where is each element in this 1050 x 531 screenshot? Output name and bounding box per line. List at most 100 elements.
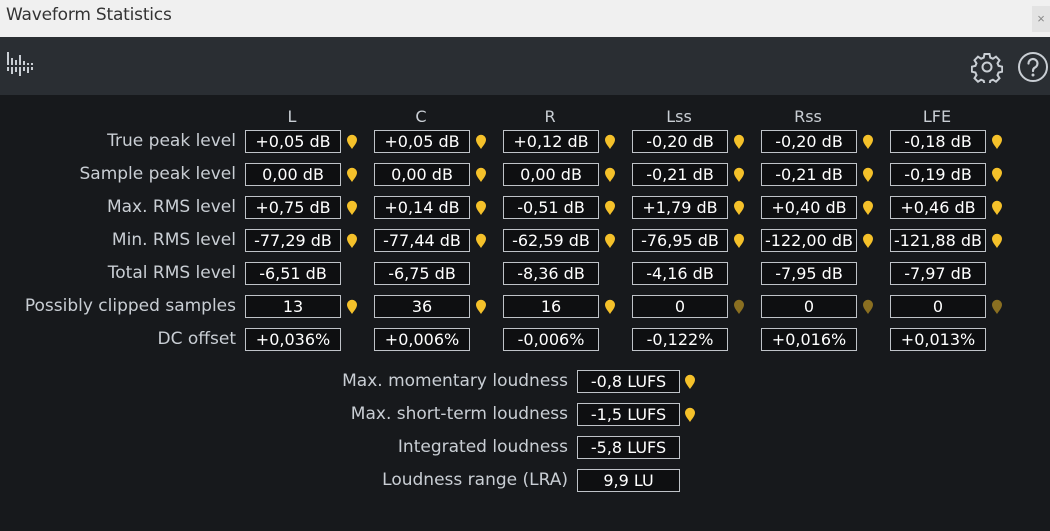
value-field-dc-offset-rss: +0,016%	[761, 328, 857, 351]
marker-pin-icon[interactable]	[862, 134, 874, 150]
value-field-min-rms-level-lss: -76,95 dB	[632, 229, 728, 252]
value-field-max-rms-level-lss: +1,79 dB	[632, 196, 728, 219]
toolbar	[0, 37, 1050, 95]
marker-pin-icon[interactable]	[604, 200, 616, 216]
marker-pin-icon[interactable]	[733, 167, 745, 183]
column-header-lfe: LFE	[922, 107, 952, 126]
column-header-lss: Lss	[666, 107, 692, 126]
value-field-total-rms-level-rss: -7,95 dB	[761, 262, 857, 285]
marker-pin-icon[interactable]	[346, 299, 358, 315]
loudness-label-integrated-loudness: Integrated loudness	[397, 437, 568, 457]
value-field-total-rms-level-l: -6,51 dB	[245, 262, 341, 285]
value-field-total-rms-level-lfe: -7,97 dB	[890, 262, 986, 285]
marker-pin-icon[interactable]	[604, 167, 616, 183]
marker-pin-icon[interactable]	[604, 299, 616, 315]
value-field-max-rms-level-rss: +0,40 dB	[761, 196, 857, 219]
marker-pin-icon[interactable]	[346, 233, 358, 249]
marker-pin-icon[interactable]	[475, 233, 487, 249]
value-field-max-rms-level-l: +0,75 dB	[245, 196, 341, 219]
marker-pin-icon[interactable]	[346, 200, 358, 216]
gear-icon[interactable]	[970, 51, 1004, 88]
value-field-true-peak-level-c: +0,05 dB	[374, 130, 470, 153]
row-label-total-rms-level: Total RMS level	[107, 263, 236, 283]
value-field-true-peak-level-r: +0,12 dB	[503, 130, 599, 153]
marker-pin-icon[interactable]	[991, 299, 1003, 315]
value-field-sample-peak-level-rss: -0,21 dB	[761, 163, 857, 186]
waveform-icon[interactable]	[6, 50, 38, 85]
marker-pin-icon[interactable]	[475, 134, 487, 150]
loudness-value-max-short-term-loudness: -1,5 LUFS	[577, 403, 680, 426]
value-field-max-rms-level-c: +0,14 dB	[374, 196, 470, 219]
value-field-possibly-clipped-samples-lfe: 0	[890, 295, 986, 318]
column-header-r: R	[544, 107, 556, 126]
close-button[interactable]: ×	[1032, 6, 1050, 32]
value-field-min-rms-level-l: -77,29 dB	[245, 229, 341, 252]
loudness-label-loudness-range-lra: Loudness range (LRA)	[382, 470, 568, 490]
value-field-sample-peak-level-lss: -0,21 dB	[632, 163, 728, 186]
marker-pin-icon[interactable]	[475, 299, 487, 315]
value-field-possibly-clipped-samples-rss: 0	[761, 295, 857, 318]
marker-pin-icon[interactable]	[733, 200, 745, 216]
value-field-possibly-clipped-samples-l: 13	[245, 295, 341, 318]
value-field-min-rms-level-rss: -122,00 dB	[761, 229, 857, 252]
statistics-panel: L C R Lss Rss LFE True peak level +0,05 dB +0,05…	[0, 95, 1050, 531]
marker-pin-icon[interactable]	[991, 233, 1003, 249]
value-field-dc-offset-l: +0,036%	[245, 328, 341, 351]
value-field-possibly-clipped-samples-c: 36	[374, 295, 470, 318]
marker-pin-icon[interactable]	[475, 200, 487, 216]
value-field-sample-peak-level-l: 0,00 dB	[245, 163, 341, 186]
row-label-true-peak-level: True peak level	[107, 131, 236, 151]
title-bar: Waveform Statistics ×	[0, 0, 1050, 37]
marker-pin-icon[interactable]	[862, 299, 874, 315]
value-field-total-rms-level-c: -6,75 dB	[374, 262, 470, 285]
value-field-true-peak-level-l: +0,05 dB	[245, 130, 341, 153]
marker-pin-icon[interactable]	[862, 200, 874, 216]
value-field-max-rms-level-lfe: +0,46 dB	[890, 196, 986, 219]
value-field-max-rms-level-r: -0,51 dB	[503, 196, 599, 219]
value-field-possibly-clipped-samples-r: 16	[503, 295, 599, 318]
marker-pin-icon[interactable]	[991, 134, 1003, 150]
value-field-sample-peak-level-c: 0,00 dB	[374, 163, 470, 186]
marker-pin-icon[interactable]	[733, 134, 745, 150]
marker-pin-icon[interactable]	[604, 233, 616, 249]
marker-pin-icon[interactable]	[346, 134, 358, 150]
value-field-dc-offset-lss: -0,122%	[632, 328, 728, 351]
loudness-label-max-short-term-loudness: Max. short-term loudness	[350, 404, 568, 424]
value-field-possibly-clipped-samples-lss: 0	[632, 295, 728, 318]
value-field-min-rms-level-r: -62,59 dB	[503, 229, 599, 252]
marker-pin-icon[interactable]	[733, 233, 745, 249]
value-field-min-rms-level-c: -77,44 dB	[374, 229, 470, 252]
value-field-dc-offset-r: -0,006%	[503, 328, 599, 351]
marker-pin-icon[interactable]	[684, 374, 696, 390]
marker-pin-icon[interactable]	[862, 167, 874, 183]
value-field-true-peak-level-rss: -0,20 dB	[761, 130, 857, 153]
marker-pin-icon[interactable]	[991, 167, 1003, 183]
window-title: Waveform Statistics	[6, 5, 172, 25]
row-label-min-rms-level: Min. RMS level	[111, 230, 236, 250]
marker-pin-icon[interactable]	[346, 167, 358, 183]
loudness-value-loudness-range-lra: 9,9 LU	[577, 469, 680, 492]
loudness-label-max-momentary-loudness: Max. momentary loudness	[342, 371, 568, 391]
value-field-sample-peak-level-lfe: -0,19 dB	[890, 163, 986, 186]
value-field-dc-offset-c: +0,006%	[374, 328, 470, 351]
column-header-c: C	[415, 107, 427, 126]
row-label-dc-offset: DC offset	[157, 329, 236, 349]
marker-pin-icon[interactable]	[684, 407, 696, 423]
value-field-true-peak-level-lss: -0,20 dB	[632, 130, 728, 153]
marker-pin-icon[interactable]	[862, 233, 874, 249]
row-label-possibly-clipped-samples: Possibly clipped samples	[24, 296, 236, 316]
marker-pin-icon[interactable]	[991, 200, 1003, 216]
value-field-min-rms-level-lfe: -121,88 dB	[890, 229, 986, 252]
value-field-total-rms-level-lss: -4,16 dB	[632, 262, 728, 285]
column-header-l: L	[287, 107, 297, 126]
row-label-sample-peak-level: Sample peak level	[79, 164, 237, 184]
help-icon[interactable]	[1017, 51, 1049, 88]
marker-pin-icon[interactable]	[733, 299, 745, 315]
value-field-sample-peak-level-r: 0,00 dB	[503, 163, 599, 186]
column-header-rss: Rss	[794, 107, 822, 126]
loudness-value-max-momentary-loudness: -0,8 LUFS	[577, 370, 680, 393]
marker-pin-icon[interactable]	[604, 134, 616, 150]
marker-pin-icon[interactable]	[475, 167, 487, 183]
row-label-max-rms-level: Max. RMS level	[106, 197, 236, 217]
value-field-total-rms-level-r: -8,36 dB	[503, 262, 599, 285]
